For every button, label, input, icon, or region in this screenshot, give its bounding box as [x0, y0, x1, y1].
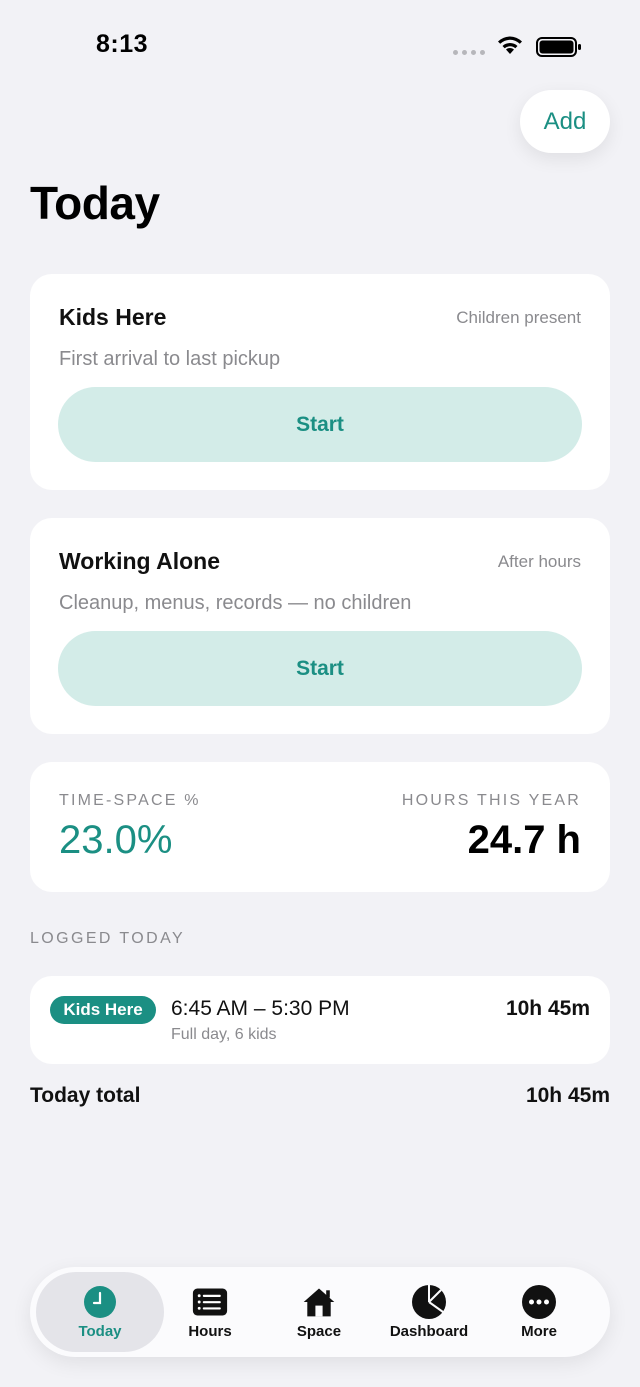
card-tag: Children present	[456, 308, 581, 327]
hours-this-year-label: HOURS THIS YEAR	[401, 792, 581, 809]
cellular-signal-icon	[453, 50, 485, 55]
tab-label: More	[521, 1323, 557, 1340]
wifi-icon	[498, 36, 522, 54]
battery-icon	[536, 37, 581, 57]
tab-dashboard[interactable]: Dashboard	[365, 1272, 493, 1352]
working-alone-card: Working Alone After hours Cleanup, menus…	[30, 518, 610, 734]
entry-detail: Full day, 6 kids	[171, 1026, 277, 1043]
tab-more[interactable]: More	[475, 1272, 603, 1352]
tab-space[interactable]: Space	[255, 1272, 383, 1352]
entry-type-badge: Kids Here	[50, 996, 156, 1024]
stats-card: TIME-SPACE % HOURS THIS YEAR 23.0% 24.7 …	[30, 762, 610, 892]
tab-label: Dashboard	[389, 1323, 469, 1340]
kids-here-card: Kids Here Children present First arrival…	[30, 274, 610, 490]
add-button[interactable]: Add	[520, 90, 610, 153]
status-time: 8:13	[96, 30, 149, 58]
hours-this-year-value: 24.7 h	[467, 818, 581, 862]
logged-today-header: LOGGED TODAY	[30, 930, 186, 947]
clock-icon	[82, 1284, 118, 1320]
card-subtitle: Cleanup, menus, records — no children	[59, 592, 412, 614]
status-bar: 8:13	[0, 0, 640, 90]
card-tag: After hours	[497, 552, 581, 571]
pie-chart-icon	[411, 1284, 447, 1320]
house-icon	[301, 1284, 337, 1320]
page-title: Today	[30, 177, 160, 229]
tab-bar: Today Hours Space Dashboard More	[30, 1267, 610, 1357]
list-icon	[192, 1284, 228, 1320]
card-title: Kids Here	[59, 304, 167, 330]
card-subtitle: First arrival to last pickup	[59, 348, 281, 370]
tab-label: Today	[78, 1323, 122, 1340]
more-icon	[521, 1284, 557, 1320]
time-space-label: TIME-SPACE %	[59, 792, 201, 809]
tab-label: Space	[296, 1323, 342, 1340]
tab-today[interactable]: Today	[36, 1272, 164, 1352]
working-alone-start-button[interactable]: Start	[58, 631, 582, 706]
kids-here-start-button[interactable]: Start	[58, 387, 582, 462]
card-title: Working Alone	[59, 548, 220, 574]
time-space-value: 23.0%	[59, 818, 173, 862]
today-total-label: Today total	[30, 1084, 141, 1107]
log-entry[interactable]: Kids Here 6:45 AM – 5:30 PM Full day, 6 …	[30, 976, 610, 1064]
entry-time-range: 6:45 AM – 5:30 PM	[171, 997, 350, 1020]
entry-duration: 10h 45m	[505, 997, 590, 1020]
today-total-value: 10h 45m	[525, 1084, 610, 1107]
